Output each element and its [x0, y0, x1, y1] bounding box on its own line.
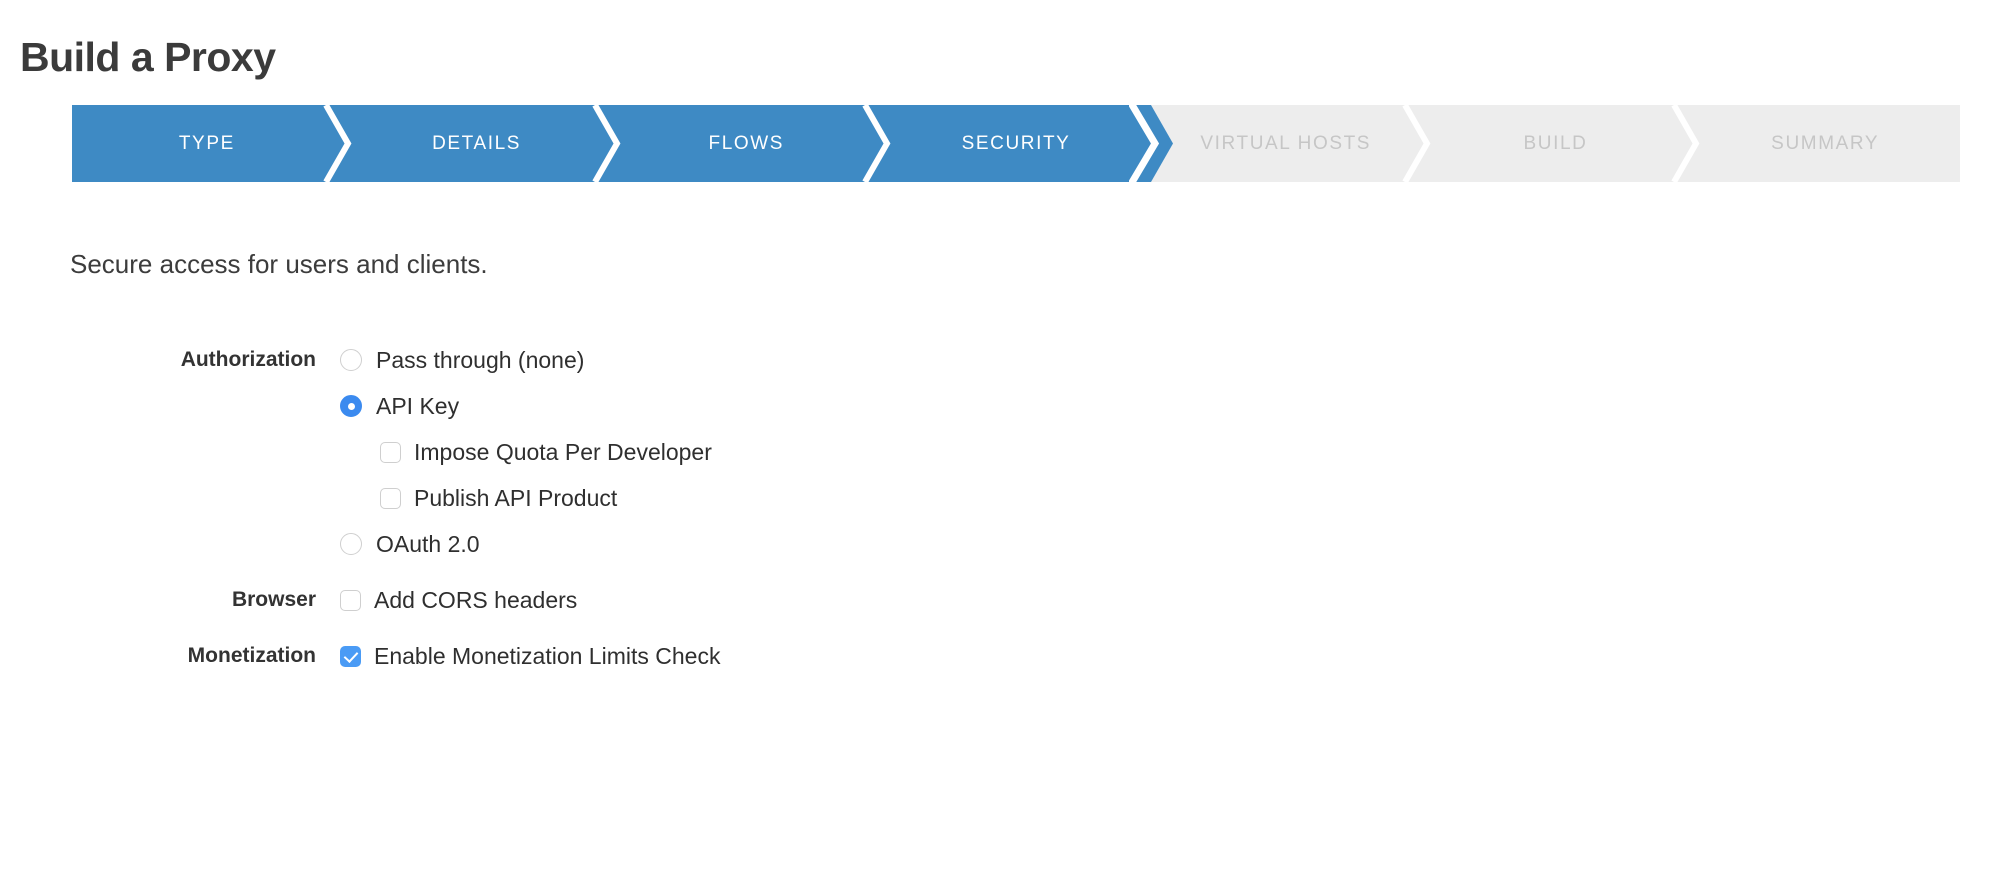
wizard-step-build[interactable]: BUILD [1421, 105, 1691, 182]
form-row-controls: Add CORS headers [340, 585, 2016, 615]
option-label: Add CORS headers [374, 585, 577, 615]
wizard-step-label: TYPE [179, 133, 235, 155]
wizard-step-type[interactable]: TYPE [72, 105, 342, 182]
wizard-step-label: VIRTUAL HOSTS [1200, 133, 1371, 155]
radio-api-key[interactable]: API Key [340, 391, 2016, 421]
security-form: Authorization Pass through (none) API Key I… [0, 345, 2016, 671]
radio-oauth-2-0[interactable]: OAuth 2.0 [340, 529, 2016, 559]
wizard-step-label: DETAILS [432, 133, 521, 155]
checkbox-unchecked-icon[interactable] [380, 488, 401, 509]
page-title: Build a Proxy [20, 33, 276, 82]
wizard-progress-bar: TYPE DETAILS FLOWS SECURITY VIRTUAL HOSTS BUI… [72, 105, 1960, 182]
checkbox-enable-monetization-limits-check[interactable]: Enable Monetization Limits Check [340, 641, 2016, 671]
checkbox-unchecked-icon[interactable] [340, 590, 361, 611]
option-label: API Key [376, 391, 459, 421]
wizard-step-security[interactable]: SECURITY [881, 105, 1151, 182]
form-row-authorization: Authorization Pass through (none) API Key I… [0, 345, 2016, 559]
radio-checked-icon[interactable] [340, 395, 362, 417]
option-label: OAuth 2.0 [376, 529, 480, 559]
wizard-step-label: FLOWS [709, 133, 785, 155]
section-description: Secure access for users and clients. [70, 249, 488, 280]
wizard-step-label: SUMMARY [1771, 133, 1879, 155]
form-row-label: Browser [0, 585, 340, 615]
checkbox-unchecked-icon[interactable] [380, 442, 401, 463]
wizard-step-virtual-hosts[interactable]: VIRTUAL HOSTS [1151, 105, 1421, 182]
form-row-label: Authorization [0, 345, 340, 375]
radio-unchecked-icon[interactable] [340, 533, 362, 555]
wizard-step-label: BUILD [1523, 133, 1587, 155]
wizard-step-details[interactable]: DETAILS [342, 105, 612, 182]
form-row-label: Monetization [0, 641, 340, 671]
form-row-controls: Enable Monetization Limits Check [340, 641, 2016, 671]
checkbox-checked-icon[interactable] [340, 646, 361, 667]
option-label: Publish API Product [414, 483, 617, 513]
wizard-step-summary[interactable]: SUMMARY [1690, 105, 1960, 182]
checkbox-impose-quota-per-developer[interactable]: Impose Quota Per Developer [380, 437, 2016, 467]
form-row-monetization: Monetization Enable Monetization Limits C… [0, 641, 2016, 671]
option-label: Pass through (none) [376, 345, 584, 375]
wizard-step-flows[interactable]: FLOWS [611, 105, 881, 182]
option-label: Impose Quota Per Developer [414, 437, 712, 467]
wizard-step-label: SECURITY [962, 133, 1071, 155]
option-label: Enable Monetization Limits Check [374, 641, 720, 671]
wizard-step-list: TYPE DETAILS FLOWS SECURITY VIRTUAL HOSTS BUI… [72, 105, 1960, 182]
checkbox-publish-api-product[interactable]: Publish API Product [380, 483, 2016, 513]
form-row-controls: Pass through (none) API Key Impose Quota P… [340, 345, 2016, 559]
radio-unchecked-icon[interactable] [340, 349, 362, 371]
checkbox-add-cors-headers[interactable]: Add CORS headers [340, 585, 2016, 615]
form-row-browser: Browser Add CORS headers [0, 585, 2016, 615]
radio-pass-through-none[interactable]: Pass through (none) [340, 345, 2016, 375]
